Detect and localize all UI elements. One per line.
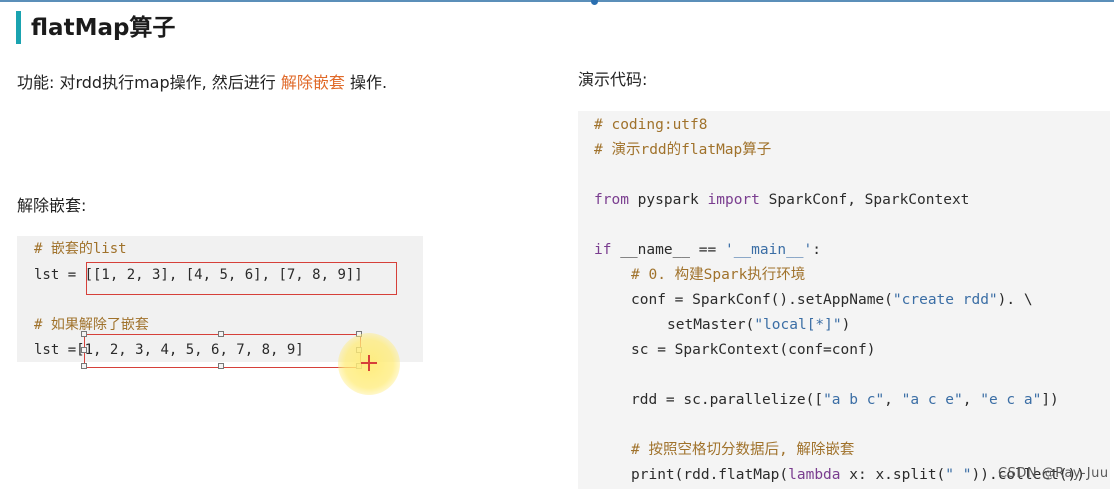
title-accent-bar (16, 11, 21, 44)
string-literal: "a c e" (901, 392, 963, 408)
code-text: setMaster( (667, 317, 755, 333)
code-line: # 演示rdd的flatMap算子 (594, 142, 772, 158)
code-text: print(rdd.flatMap( (631, 467, 789, 483)
string-literal: '__main__' (724, 242, 813, 258)
function-description: 功能: 对rdd执行map操作, 然后进行 解除嵌套 操作. (17, 72, 387, 94)
resize-handle-s[interactable] (218, 363, 224, 369)
code-line: sc = SparkContext(conf=conf) (631, 342, 876, 358)
demo-code-label: 演示代码: (578, 70, 648, 89)
code-text: ]) (1041, 392, 1059, 408)
crosshair-cursor-icon-h (361, 362, 377, 364)
description-highlight: 解除嵌套 (280, 73, 345, 92)
code-line: if __name__ == '__main__': (594, 240, 821, 260)
top-progress-line (0, 0, 1114, 2)
code-comment-flattened: # 如果解除了嵌套 (34, 317, 149, 333)
code-line: setMaster("local[*]") (667, 315, 850, 335)
code-line: rdd = sc.parallelize(["a b c", "a c e", … (631, 390, 1059, 410)
code-text: pyspark (628, 192, 708, 208)
code-line: # 按照空格切分数据后, 解除嵌套 (631, 442, 855, 458)
code-prefix: lst = (34, 267, 85, 283)
string-literal: "a b c" (823, 392, 885, 408)
keyword: lambda (788, 467, 841, 483)
annotation-box-nested[interactable] (86, 262, 397, 295)
keyword: from (594, 192, 629, 208)
description-prefix: 功能: 对rdd执行map操作, 然后进行 (17, 73, 281, 92)
code-prefix: lst = (34, 342, 77, 358)
code-text: ) (841, 317, 851, 333)
code-comment-nested: # 嵌套的list (34, 241, 127, 257)
code-text: ). \ (997, 292, 1033, 308)
code-text: rdd = sc.parallelize([ (631, 392, 824, 408)
progress-marker[interactable] (591, 0, 598, 5)
section-label: 解除嵌套: (17, 196, 87, 215)
code-text: conf = SparkConf().setAppName( (631, 292, 893, 308)
keyword: if (594, 242, 612, 258)
demo-code-block: # coding:utf8 # 演示rdd的flatMap算子 from pys… (578, 111, 1110, 489)
string-literal: "e c a" (980, 392, 1042, 408)
code-line: from pyspark import SparkConf, SparkCont… (594, 190, 969, 210)
code-line: # 0. 构建Spark执行环境 (631, 267, 806, 283)
code-text: SparkConf, SparkContext (759, 192, 970, 208)
code-line: # coding:utf8 (594, 117, 708, 133)
page-title: flatMap算子 (31, 15, 176, 41)
keyword: import (707, 192, 760, 208)
string-literal: "create rdd" (892, 292, 998, 308)
code-text: x: x.split( (840, 467, 946, 483)
code-line: conf = SparkConf().setAppName("create rd… (631, 290, 1033, 310)
code-text: , (884, 392, 902, 408)
string-literal: " " (945, 467, 972, 483)
code-text: __name__ == (611, 242, 725, 258)
watermark: CSDN @Ray-Juu (998, 466, 1109, 481)
description-suffix: 操作. (344, 73, 388, 92)
resize-handle-w[interactable] (81, 347, 87, 353)
code-text: , (962, 392, 981, 408)
string-literal: "local[*]" (754, 317, 842, 333)
resize-handle-n[interactable] (218, 331, 224, 337)
code-text: : (812, 242, 822, 258)
resize-handle-sw[interactable] (81, 363, 87, 369)
resize-handle-nw[interactable] (81, 331, 87, 337)
